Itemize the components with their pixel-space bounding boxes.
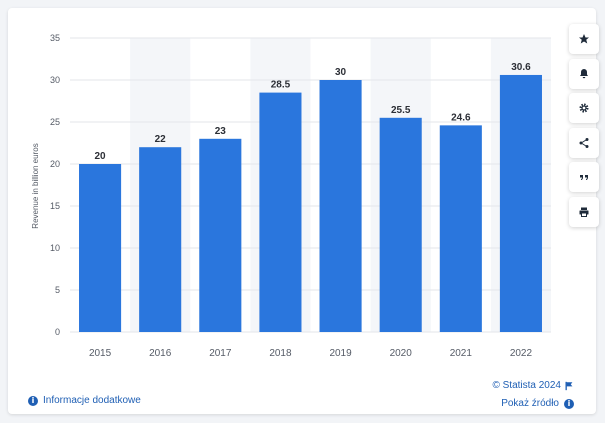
bar xyxy=(259,92,302,332)
data-label: 28.5 xyxy=(271,80,291,91)
bar xyxy=(319,80,362,332)
statista-credit-link[interactable]: © Statista 2024 xyxy=(492,380,574,391)
show-source-label: Pokaż źródło xyxy=(501,398,559,409)
print-icon xyxy=(579,207,589,217)
favorite-button[interactable] xyxy=(569,24,599,54)
x-tick-label: 2017 xyxy=(209,348,232,359)
notification-button[interactable] xyxy=(569,58,599,89)
x-tick-label: 2016 xyxy=(149,348,172,359)
bar-chart: 05101520253035 20222328.53025.524.630.6 … xyxy=(31,33,551,359)
show-source-link[interactable]: Pokaż źródło i xyxy=(501,398,574,409)
x-tick-label: 2015 xyxy=(89,348,112,359)
y-axis-label: Revenue in billion euros xyxy=(31,143,40,228)
quote-icon xyxy=(580,175,588,180)
y-tick-label: 35 xyxy=(50,33,60,43)
credit-label: © Statista 2024 xyxy=(492,380,561,391)
y-tick-label: 30 xyxy=(50,75,60,85)
x-tick-label: 2018 xyxy=(269,348,292,359)
data-label: 20 xyxy=(95,151,107,162)
data-label: 30 xyxy=(335,67,347,78)
data-label: 25.5 xyxy=(391,105,411,116)
y-tick-label: 15 xyxy=(50,201,60,211)
info-icon: i xyxy=(564,398,574,409)
bar xyxy=(199,138,242,332)
chart-card: 0 5 10 15 20 25 30 35 20 22 23 28.5 30 25.5 24.6 30.6 … xyxy=(8,8,599,414)
x-tick-label: 2019 xyxy=(329,348,352,359)
x-tick-label: 2022 xyxy=(510,348,533,359)
settings-button[interactable] xyxy=(569,93,599,123)
y-tick-label: 25 xyxy=(50,117,60,127)
data-label: 23 xyxy=(215,126,227,137)
bar xyxy=(139,147,182,332)
data-label: 30.6 xyxy=(511,62,531,73)
y-tick-label: 5 xyxy=(55,285,60,295)
data-label: 24.6 xyxy=(451,112,471,123)
x-tick-label: 2020 xyxy=(390,348,413,359)
flag-icon xyxy=(565,381,573,390)
share-button[interactable] xyxy=(569,127,599,158)
y-tick-label: 20 xyxy=(50,159,60,169)
bell-icon xyxy=(580,68,588,78)
bar xyxy=(379,117,422,332)
print-button[interactable] xyxy=(569,196,599,227)
x-tick-label: 2021 xyxy=(450,348,473,359)
y-tick-label: 0 xyxy=(55,327,60,337)
cite-button[interactable] xyxy=(569,162,599,192)
share-icon xyxy=(579,137,589,148)
additional-info-link[interactable]: i Informacje dodatkowe xyxy=(28,395,141,406)
y-tick-label: 10 xyxy=(50,243,60,253)
info-icon: i xyxy=(28,395,38,406)
data-label: 22 xyxy=(155,134,167,145)
toolbar xyxy=(569,24,601,231)
bar xyxy=(439,125,482,332)
bar xyxy=(499,74,542,333)
star-icon xyxy=(579,34,589,44)
gear-icon xyxy=(579,103,589,113)
bar xyxy=(79,164,122,332)
additional-info-label: Informacje dodatkowe xyxy=(43,395,141,406)
